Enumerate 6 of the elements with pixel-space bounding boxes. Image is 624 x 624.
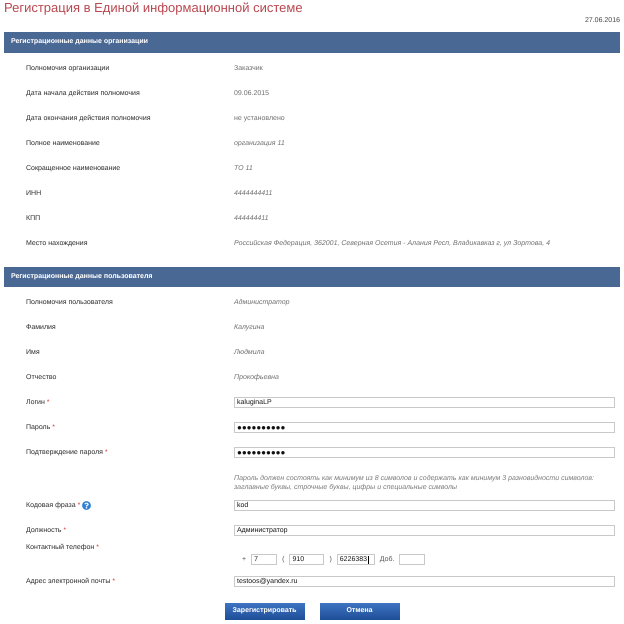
password-field[interactable]: ●●●●●●●●●●: [234, 447, 615, 458]
help-icon[interactable]: [82, 501, 92, 510]
phone-field[interactable]: [399, 554, 426, 565]
password-field[interactable]: ●●●●●●●●●●: [234, 422, 615, 433]
text-cursor-icon: [368, 556, 370, 564]
page-title: Регистрация в Единой информационной системе: [4, 0, 303, 15]
